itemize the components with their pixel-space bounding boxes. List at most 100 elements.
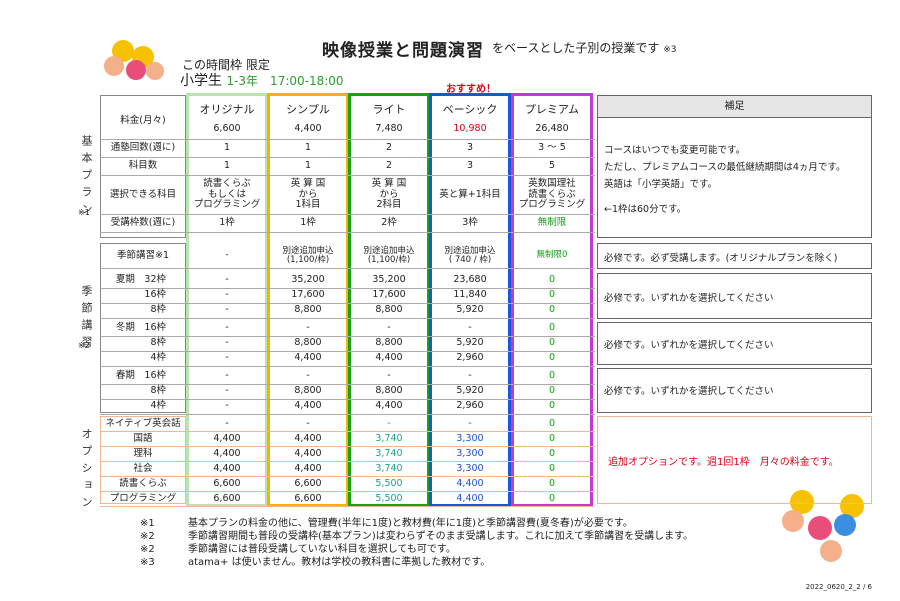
season-cell: 0 [548, 322, 556, 334]
hosoku-basic-line: ただし、プレミアムコースの最低継続期間は4ヵ月です。 [604, 162, 846, 173]
basic-cell: 無制限 [537, 217, 567, 229]
option-cell: 4,400 [294, 447, 322, 459]
option-row-label: 理科 [133, 447, 153, 459]
season-cell: 2,960 [456, 352, 484, 364]
row-divider [100, 268, 595, 269]
option-row-label: 国語 [133, 432, 153, 444]
hosoku-basic-line: コースはいつでも変更可能です。 [604, 145, 746, 156]
side-note-seasonal: ※2 [78, 341, 90, 350]
option-cell: 3,740 [375, 462, 403, 474]
basic-cell: 英と算+1科目 [439, 188, 501, 200]
season-cell: 17,600 [372, 289, 406, 301]
footer-code: 2022_0620_2_2 / 6 [805, 583, 872, 591]
season-cell: 別途追加申込 (1,100/枠) [363, 245, 415, 265]
option-cell: 6,600 [294, 477, 322, 489]
hosoku-basic-line: ←1枠は60分です。 [604, 204, 687, 215]
basic-cell: 英 算 国 から 1科目 [290, 178, 326, 211]
season-cell: 8,800 [375, 337, 403, 349]
season-cell: 無制限0 [536, 250, 568, 261]
page-subtitle: をベースとした子別の授業です ※3 [492, 41, 677, 55]
basic-cell: 英 算 国 から 2科目 [371, 178, 407, 211]
basic-cell: 1 [223, 160, 231, 172]
season-cell: 0 [548, 304, 556, 316]
option-cell: 0 [548, 447, 556, 459]
season-row-label: 季節講習※1 [116, 249, 169, 261]
season-row-label: 8枠 [150, 337, 166, 349]
season-row-label: 夏期 32枠 [115, 274, 166, 286]
season-cell: - [387, 322, 391, 334]
season-cell: 4,400 [294, 352, 322, 364]
plan-header: プレミアム [524, 103, 580, 116]
basic-row-label: 科目数 [128, 160, 158, 172]
basic-cell: 3 [466, 142, 474, 154]
option-cell: - [468, 417, 472, 429]
option-cell: 3,300 [456, 447, 484, 459]
basic-cell: 6,600 [213, 123, 241, 135]
season-cell: 5,920 [456, 304, 484, 316]
season-cell: 別途追加申込 ( 740 / 枠) [444, 245, 496, 265]
season-cell: - [225, 400, 229, 412]
season-cell: 8,800 [294, 337, 322, 349]
season-cell: 11,840 [453, 289, 487, 301]
plan-header: ベーシック [442, 103, 498, 116]
season-cell: 0 [548, 352, 556, 364]
season-cell: 4,400 [294, 400, 322, 412]
hosoku-spring-box: 必修です。いずれかを選択してください [597, 368, 872, 413]
season-cell: - [306, 370, 310, 382]
season-cell: 8,800 [375, 304, 403, 316]
option-row-label: 読書くらぶ [119, 477, 167, 489]
option-cell: 3,740 [375, 432, 403, 444]
season-cell: 2,960 [456, 400, 484, 412]
season-cell: 4,400 [375, 352, 403, 364]
option-cell: 0 [548, 462, 556, 474]
season-cell: - [225, 304, 229, 316]
season-cell: 5,920 [456, 385, 484, 397]
option-row-label: 社会 [133, 462, 153, 474]
option-cell: 0 [548, 477, 556, 489]
basic-cell: 1枠 [219, 217, 235, 229]
option-cell: 6,600 [294, 492, 322, 504]
option-cell: 5,500 [375, 492, 403, 504]
season-cell: 0 [548, 400, 556, 412]
option-row-label: プログラミング [109, 492, 177, 504]
option-cell: 4,400 [213, 432, 241, 444]
option-cell: 4,400 [456, 492, 484, 504]
option-cell: - [306, 417, 310, 429]
season-cell: 0 [548, 274, 556, 286]
option-cell: 4,400 [294, 462, 322, 474]
season-cell: - [387, 370, 391, 382]
basic-cell: 26,480 [535, 123, 569, 135]
side-note-basic: ※1 [78, 208, 90, 217]
season-cell: - [225, 337, 229, 349]
season-cell: 8,800 [294, 385, 322, 397]
season-cell: - [225, 274, 229, 286]
option-cell: 4,400 [294, 432, 322, 444]
option-cell: 3,300 [456, 432, 484, 444]
season-cell: 0 [548, 370, 556, 382]
basic-cell: 3 ～ 5 [538, 142, 566, 154]
season-cell: - [306, 322, 310, 334]
season-cell: - [225, 352, 229, 364]
season-cell: - [225, 385, 229, 397]
season-cell: 0 [548, 289, 556, 301]
page-title: 映像授業と問題演習 [322, 41, 484, 61]
hosoku-basic-box: 補足 コースはいつでも変更可能です。 ただし、プレミアムコースの最低継続期間は4… [597, 95, 872, 238]
season-cell: 8,800 [294, 304, 322, 316]
hosoku-summer-box: 必修です。いずれかを選択してください [597, 273, 872, 319]
plan-header: シンプル [286, 103, 330, 116]
season-cell: 0 [548, 337, 556, 349]
hosoku-season-box: 必修です。必ず受講します。(オリジナルプランを除く) [597, 243, 872, 269]
season-cell: 35,200 [291, 274, 325, 286]
basic-cell: 7,480 [375, 123, 403, 135]
basic-row-label: 受講枠数(週に) [110, 217, 176, 229]
basic-cell: 2枠 [381, 217, 397, 229]
season-cell: 4,400 [375, 400, 403, 412]
option-cell: 0 [548, 417, 556, 429]
basic-cell: 3枠 [462, 217, 478, 229]
season-row-label: 春期 16枠 [115, 370, 166, 382]
basic-row-label: 選択できる科目 [109, 188, 177, 200]
option-cell: 4,400 [213, 447, 241, 459]
basic-row-label: 料金(月々) [120, 115, 166, 127]
season-cell: 別途追加申込 (1,100/枠) [282, 245, 334, 265]
season-row-label: 冬期 16枠 [115, 322, 166, 334]
